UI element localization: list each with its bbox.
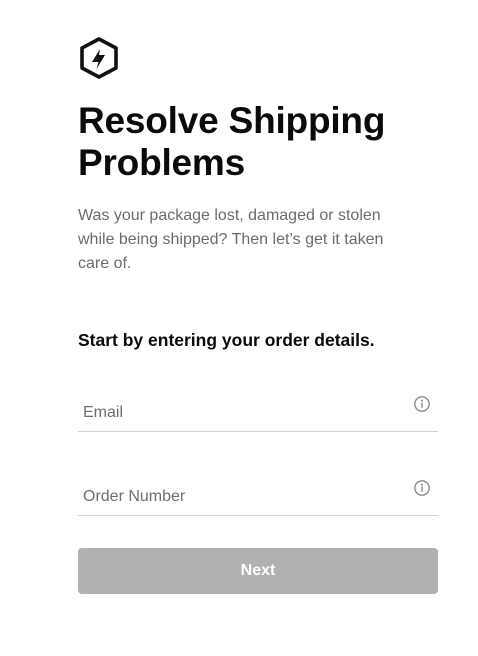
email-field[interactable]: [78, 401, 403, 425]
email-info-icon[interactable]: [413, 395, 431, 413]
order-number-info-icon[interactable]: [413, 479, 431, 497]
page-title-line-2: Problems: [78, 142, 246, 183]
brand-logo-icon: [80, 37, 118, 79]
email-field-wrapper: [78, 391, 438, 432]
page-subtitle: Was your package lost, damaged or stolen…: [78, 207, 384, 272]
order-number-field[interactable]: [78, 485, 403, 509]
order-number-field-wrapper: [78, 475, 438, 516]
next-button[interactable]: Next: [78, 548, 438, 594]
form-prompt: Start by entering your order details.: [78, 330, 375, 350]
page-title: Resolve Shipping Problems: [78, 100, 438, 184]
page-title-line-1: Resolve Shipping: [78, 100, 386, 141]
